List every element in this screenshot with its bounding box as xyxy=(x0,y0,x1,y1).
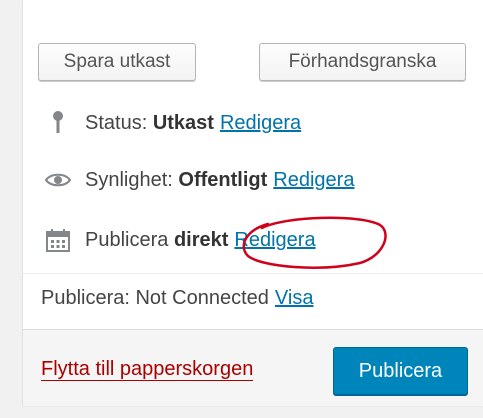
visibility-value: Offentligt xyxy=(178,168,268,191)
minor-publishing-actions: Spara utkast Förhandsgranska xyxy=(23,0,483,100)
visibility-row: Synlighet: Offentligt Redigera xyxy=(23,155,483,205)
major-publishing-actions: Flytta till papperskorgen Publicera xyxy=(23,329,483,406)
calendar-icon xyxy=(45,227,71,253)
publish-edit-link[interactable]: Redigera xyxy=(234,229,315,252)
eye-icon xyxy=(45,167,71,193)
status-edit-link[interactable]: Redigera xyxy=(220,112,301,135)
save-draft-button[interactable]: Spara utkast xyxy=(38,43,196,81)
publish-value: direkt xyxy=(173,228,229,251)
visibility-label: Synlighet: xyxy=(85,168,173,191)
status-row: Status: Utkast Redigera xyxy=(23,98,483,148)
connection-label: Publicera: Not Connected xyxy=(41,287,269,309)
status-label: Status: xyxy=(85,111,148,134)
connection-view-link[interactable]: Visa xyxy=(275,287,314,310)
publish-label: Publicera xyxy=(85,228,169,251)
visibility-edit-link[interactable]: Redigera xyxy=(273,169,354,192)
publish-meta-box: Spara utkast Förhandsgranska Status: Utk… xyxy=(22,0,483,406)
publish-schedule-row: Publicera direkt Redigera xyxy=(23,215,483,265)
preview-button[interactable]: Förhandsgranska xyxy=(259,43,466,81)
pin-icon xyxy=(45,110,71,136)
publish-button[interactable]: Publicera xyxy=(333,347,468,395)
move-to-trash-link[interactable]: Flytta till papperskorgen xyxy=(41,358,254,381)
status-value: Utkast xyxy=(152,111,214,134)
connection-row: Publicera: Not Connected Visa xyxy=(23,273,483,323)
